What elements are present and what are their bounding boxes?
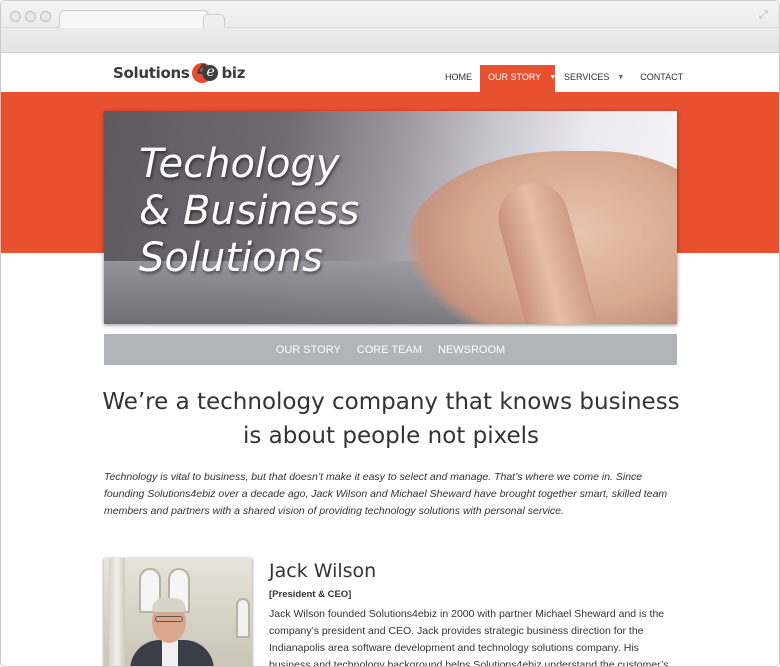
new-tab-button[interactable] xyxy=(203,14,225,28)
profile-bio: Jack Wilson founded Solutions4ebiz in 20… xyxy=(269,608,669,667)
fullscreen-icon[interactable]: ⤢ xyxy=(759,9,771,21)
nav-home[interactable]: HOME xyxy=(437,65,480,92)
section-subnav: OUR STORY CORE TEAM NEWSROOM xyxy=(104,334,677,365)
hero-title: Techology & Business Solutions xyxy=(139,141,359,282)
page-headline: We’re a technology company that knows bu… xyxy=(61,385,721,453)
profile-photo xyxy=(104,558,252,666)
nav-services[interactable]: SERVICES ▼ xyxy=(555,65,632,92)
logo-mark-letter: e xyxy=(206,64,215,80)
nav-services-label: SERVICES xyxy=(564,72,610,82)
browser-chrome: ⤢ xyxy=(1,1,779,53)
minimize-window-dot-icon[interactable] xyxy=(25,11,36,22)
nav-our-story-label: OUR STORY xyxy=(488,72,542,82)
close-window-dot-icon[interactable] xyxy=(10,11,21,22)
nav-contact[interactable]: CONTACT xyxy=(632,65,691,92)
logo-text-left: Solutions xyxy=(113,64,190,82)
logo-mark-icon: 4 e xyxy=(190,61,220,84)
headline-line-1: We’re a technology company that knows bu… xyxy=(102,389,680,415)
headline-line-2: is about people not pixels xyxy=(242,423,540,449)
nav-our-story[interactable]: OUR STORY ▼ xyxy=(480,65,556,92)
nav-home-label: HOME xyxy=(445,72,472,82)
profile-name: Jack Wilson xyxy=(269,560,377,582)
intro-paragraph: Technology is vital to business, but tha… xyxy=(104,471,668,517)
main-nav: HOME OUR STORY ▼ SERVICES ▼ CONTACT xyxy=(437,65,691,92)
hero-title-line: Solutions xyxy=(139,235,323,281)
hero-title-line: Techology xyxy=(139,141,340,187)
subnav-our-story[interactable]: OUR STORY xyxy=(268,344,349,356)
profile-role: [President & CEO] xyxy=(269,589,352,600)
browser-window: ⤢ Solutions 4 e biz HOME OUR STORY ▼ SERV… xyxy=(0,0,780,667)
site-header: Solutions 4 e biz HOME OUR STORY ▼ SERVIC… xyxy=(1,54,779,92)
nav-contact-label: CONTACT xyxy=(640,72,684,82)
site-logo[interactable]: Solutions 4 e biz xyxy=(113,61,246,84)
subnav-newsroom[interactable]: NEWSROOM xyxy=(430,344,513,356)
chevron-down-icon: ▼ xyxy=(617,74,625,81)
hero-title-line: & Business xyxy=(139,188,360,234)
subnav-core-team[interactable]: CORE TEAM xyxy=(349,344,430,356)
logo-text-right: biz xyxy=(221,64,246,82)
browser-tab-active[interactable] xyxy=(59,10,209,28)
hero-banner: Techology & Business Solutions xyxy=(104,111,677,324)
zoom-window-dot-icon[interactable] xyxy=(40,11,51,22)
